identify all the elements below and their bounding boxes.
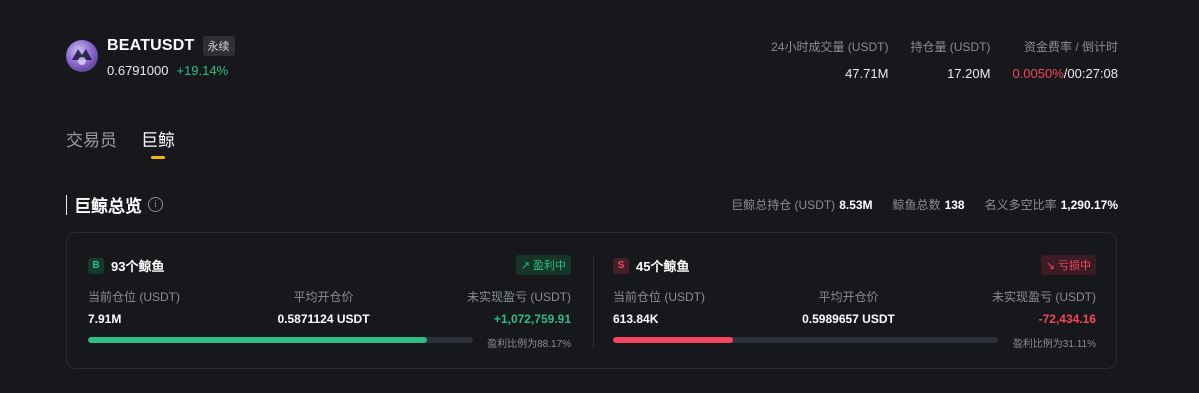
long-whales-panel: B 93个鲸鱼 ↗ 盈利中 当前仓位 (USDT) 7.91M 平均开仓价 0.5… [88, 233, 571, 368]
short-whales-title: 45个鲸鱼 [636, 259, 690, 274]
long-profit-ratio: 盈利比例为88.17% [487, 339, 571, 350]
sell-side-badge: S [613, 257, 629, 274]
market-stats: 24小时成交量 (USDT) 47.71M 持仓量 (USDT) 17.20M … [771, 38, 1118, 81]
ticker-header: BEATUSDT 永续 0.6791000 +19.14% 24小时成交量 (U… [66, 36, 1118, 86]
loss-status-badge: ↘ 亏损中 [1040, 255, 1096, 275]
open-interest-stat: 持仓量 (USDT) 17.20M [910, 38, 990, 81]
long-pnl-value: +1,072,759.91 [493, 312, 571, 326]
long-position-value: 7.91M [88, 312, 122, 326]
long-profit-bar-fill [88, 337, 428, 343]
overview-title: 巨鲸总览 [74, 197, 142, 216]
volume-stat: 24小时成交量 (USDT) 47.71M [771, 38, 888, 81]
text-cursor [66, 194, 67, 215]
long-entry-label: 平均开仓价 [293, 290, 354, 304]
short-profit-bar [613, 337, 998, 343]
short-profit-bar-fill [613, 337, 733, 343]
long-pnl-label: 未实现盈亏 (USDT) [467, 290, 571, 304]
loss-status-label: 亏损中 [1058, 260, 1091, 272]
short-position-label: 当前仓位 (USDT) [613, 290, 705, 304]
whale-count-value: 138 [944, 198, 965, 212]
short-entry-label: 平均开仓价 [818, 290, 879, 304]
short-position-value: 613.84K [613, 312, 659, 326]
token-logo [66, 40, 98, 72]
short-profit-ratio: 盈利比例为31.11% [1012, 339, 1096, 350]
profit-status-badge: ↗ 盈利中 [515, 255, 571, 275]
short-entry-value: 0.5989657 USDT [802, 312, 895, 326]
overview-summary: 巨鲸总持仓 (USDT) 8.53M 鲸鱼总数 138 名义多空比率 1,290.17… [731, 196, 1118, 213]
view-tabs: 交易员 巨鲸 [66, 126, 175, 151]
short-pnl-value: -72,434.16 [1038, 312, 1096, 326]
funding-stat: 资金费率 / 倒计时 0.0050%/00:27:08 [1012, 38, 1118, 81]
open-interest-label: 持仓量 (USDT) [910, 40, 991, 54]
long-whales-title: 93个鲸鱼 [111, 259, 165, 274]
whale-overview-card: B 93个鲸鱼 ↗ 盈利中 当前仓位 (USDT) 7.91M 平均开仓价 0.5… [66, 232, 1117, 369]
whale-count-label: 鲸鱼总数 [892, 198, 941, 212]
last-price: 0.6791000 [107, 63, 169, 78]
whale-count-summary: 鲸鱼总数 138 [893, 196, 965, 213]
long-profit-bar [88, 337, 473, 343]
total-position-value: 8.53M [839, 198, 873, 212]
tab-traders[interactable]: 交易员 [66, 126, 117, 151]
total-position-label: 巨鲸总持仓 (USDT) [731, 198, 836, 212]
funding-rate: 0.0050% [1012, 66, 1064, 81]
long-short-ratio-summary: 名义多空比率 1,290.17% [985, 196, 1118, 213]
symbol-name: BEATUSDT [107, 37, 195, 54]
short-whales-panel: S 45个鲸鱼 ↘ 亏损中 当前仓位 (USDT) 613.84K 平均开仓价 0… [613, 233, 1096, 368]
trend-up-icon: ↗ [520, 259, 530, 272]
tab-whales[interactable]: 巨鲸 [141, 126, 175, 151]
info-icon[interactable]: i [148, 197, 163, 212]
open-interest-value: 17.20M [947, 66, 991, 81]
short-pnl-label: 未实现盈亏 (USDT) [991, 290, 1096, 304]
volume-label: 24小时成交量 (USDT) [771, 40, 889, 54]
long-position-label: 当前仓位 (USDT) [88, 290, 180, 304]
long-short-ratio-label: 名义多空比率 [984, 198, 1057, 212]
funding-countdown: 00:27:08 [1067, 66, 1118, 81]
overview-heading: 巨鲸总览 i [66, 192, 163, 217]
funding-label: 资金费率 / 倒计时 [1023, 40, 1118, 54]
trend-down-icon: ↘ [1045, 259, 1055, 272]
long-short-ratio-value: 1,290.17% [1060, 198, 1118, 212]
long-entry-value: 0.5871124 USDT [277, 312, 370, 326]
price-change: +19.14% [176, 63, 229, 78]
buy-side-badge: B [88, 257, 104, 274]
panel-divider [593, 255, 594, 349]
volume-value: 47.71M [845, 66, 889, 81]
profit-status-label: 盈利中 [533, 260, 566, 272]
contract-type-tag: 永续 [202, 36, 235, 56]
total-position-summary: 巨鲸总持仓 (USDT) 8.53M [731, 196, 872, 213]
